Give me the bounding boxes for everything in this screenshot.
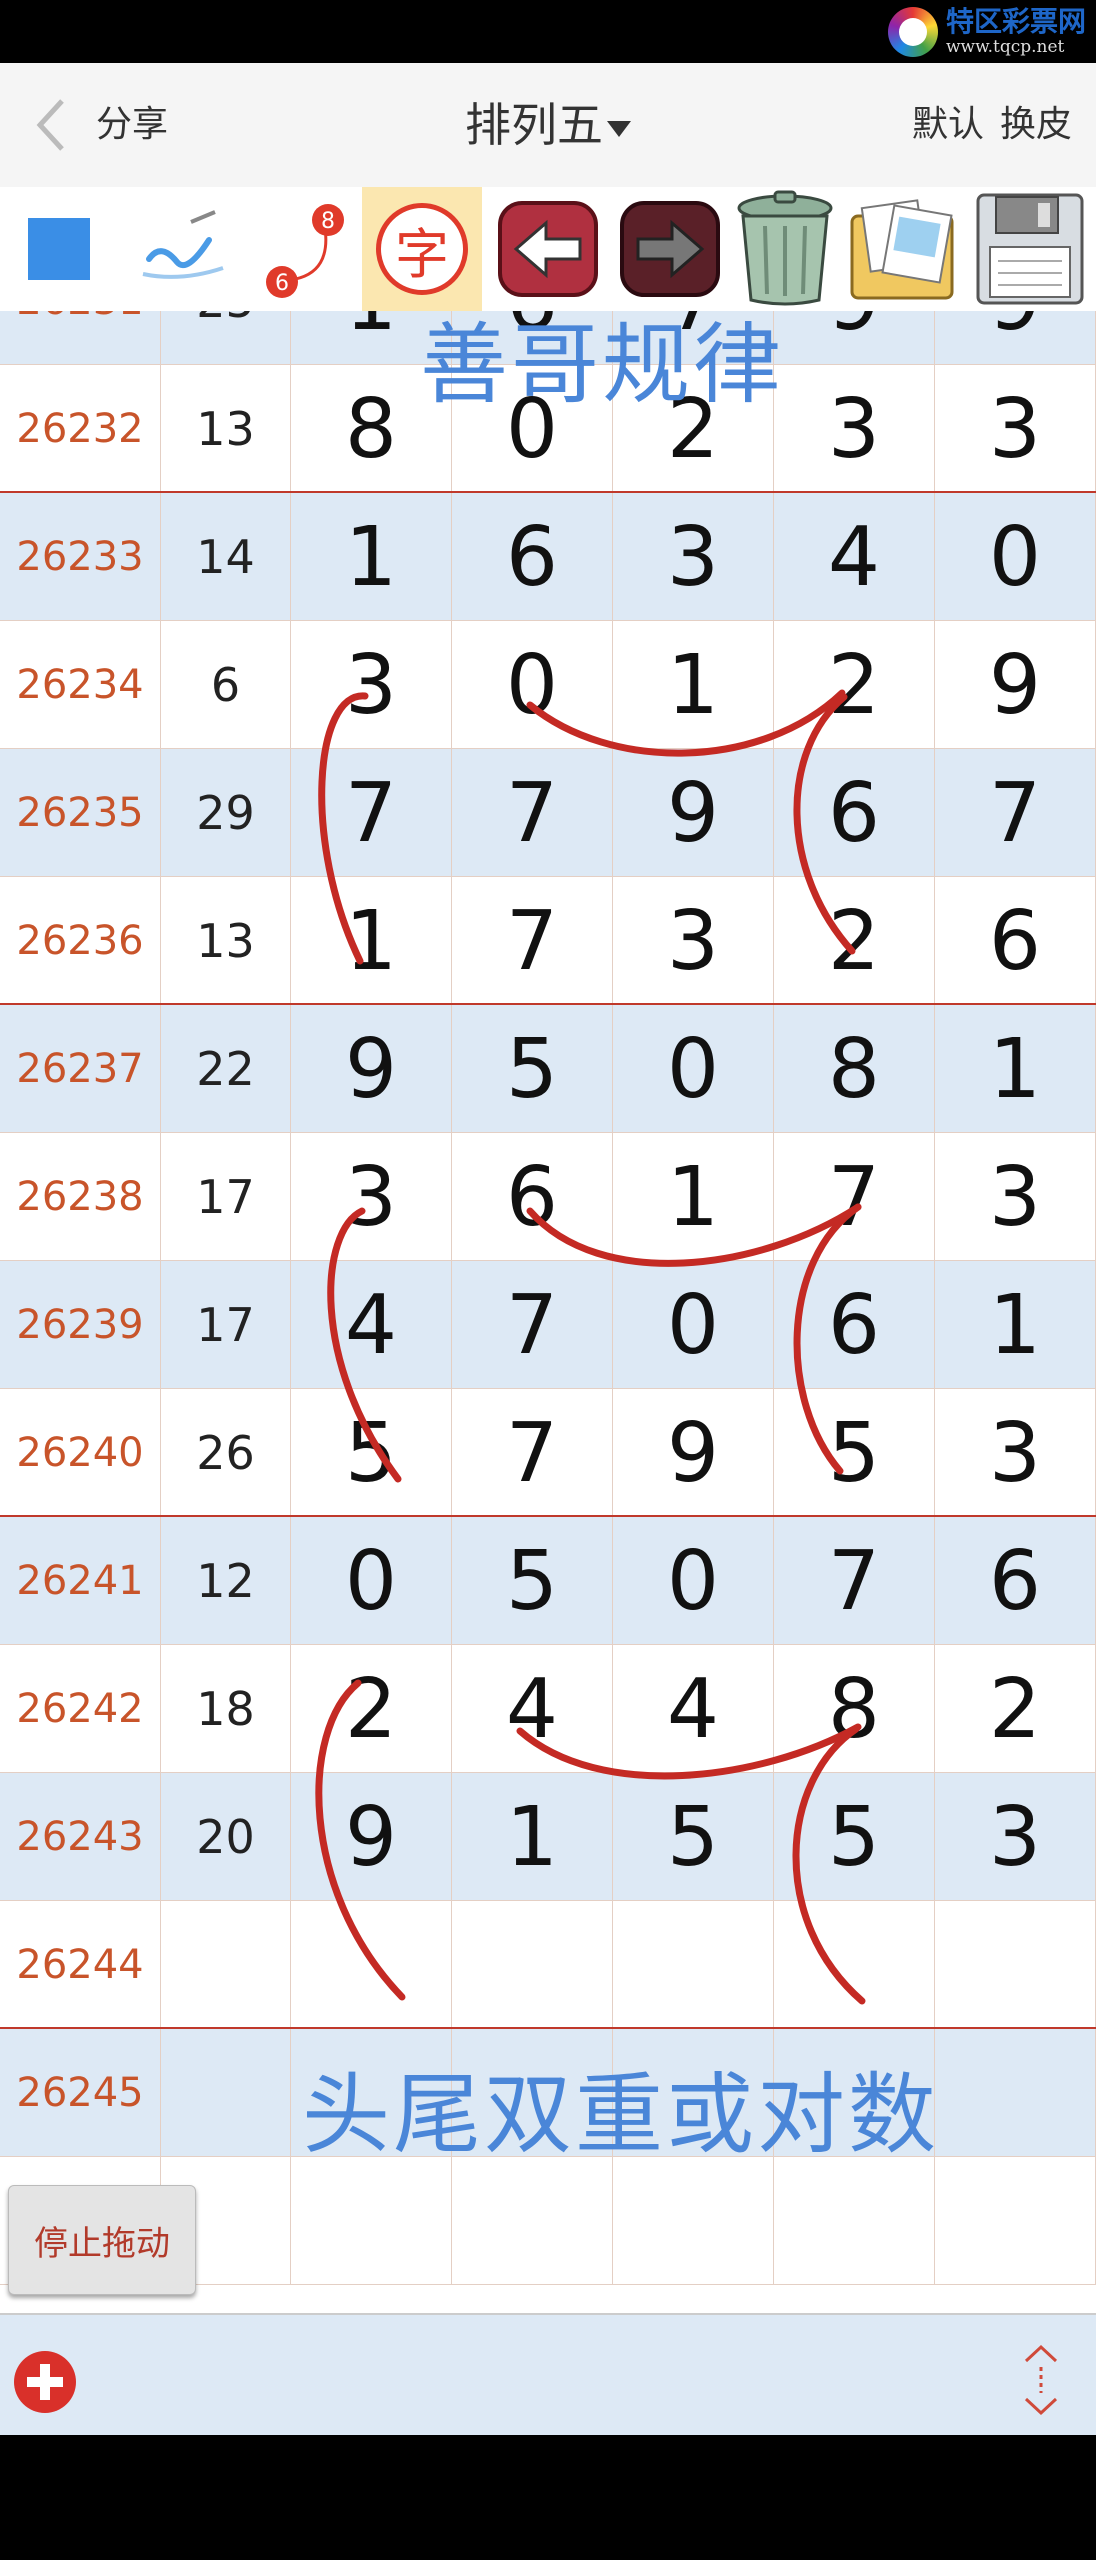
site-logo: 特区彩票网 www.tqcp.net <box>887 4 1086 60</box>
add-circle-icon[interactable] <box>14 2351 76 2413</box>
curve-left-2 <box>327 1207 402 1483</box>
curve-middle-3 <box>516 1723 862 1780</box>
curve-middle-1 <box>526 689 846 757</box>
trash-can-icon[interactable] <box>728 187 842 311</box>
drawing-toolbar: 8 6 字 <box>0 187 1096 311</box>
nav-bar: 分享 排列五 默认 换皮 <box>0 63 1096 187</box>
connect-from-label: 6 <box>275 271 289 296</box>
save-disk-icon[interactable] <box>968 187 1092 311</box>
skin-button[interactable]: 换皮 <box>1000 99 1072 151</box>
text-tool-icon[interactable]: 字 <box>362 187 482 311</box>
annotation-bottom: 头尾双重或对数 <box>302 2063 940 2166</box>
curve-middle-2 <box>526 1203 862 1267</box>
undo-arrow-icon[interactable] <box>490 187 606 311</box>
connect-number-icon[interactable]: 8 6 <box>240 187 358 311</box>
lottery-table[interactable]: 2623125167992623213802332623314163402623… <box>0 311 1096 2313</box>
default-button[interactable]: 默认 <box>912 99 984 151</box>
curve-right-2 <box>793 1203 862 1475</box>
caret-down-icon <box>607 120 631 137</box>
up-down-arrows-icon[interactable] <box>1018 2343 1064 2417</box>
logo-icon <box>887 7 938 57</box>
drawing-layer <box>315 689 866 2005</box>
system-nav-area <box>0 2435 1096 2560</box>
pen-icon[interactable] <box>122 187 240 311</box>
annotation-top: 善哥规律 <box>420 313 785 416</box>
color-square-icon[interactable] <box>0 187 118 311</box>
page-title-text: 排列五 <box>465 98 603 152</box>
logo-name: 特区彩票网 <box>945 5 1086 38</box>
connect-to-label: 8 <box>321 209 335 234</box>
status-bar: 特区彩票网 www.tqcp.net <box>0 0 1096 63</box>
curve-right-1 <box>793 693 856 955</box>
photo-album-icon[interactable] <box>842 187 962 311</box>
bottom-bar <box>0 2313 1096 2437</box>
curve-right-3 <box>792 1725 866 2005</box>
curve-left-3 <box>315 1679 406 2001</box>
curve-left-1 <box>318 692 369 965</box>
stop-drag-button[interactable]: 停止拖动 <box>8 2185 196 2295</box>
logo-url: www.tqcp.net <box>945 37 1065 57</box>
text-tool-label: 字 <box>376 203 468 295</box>
redo-arrow-icon[interactable] <box>612 187 728 311</box>
